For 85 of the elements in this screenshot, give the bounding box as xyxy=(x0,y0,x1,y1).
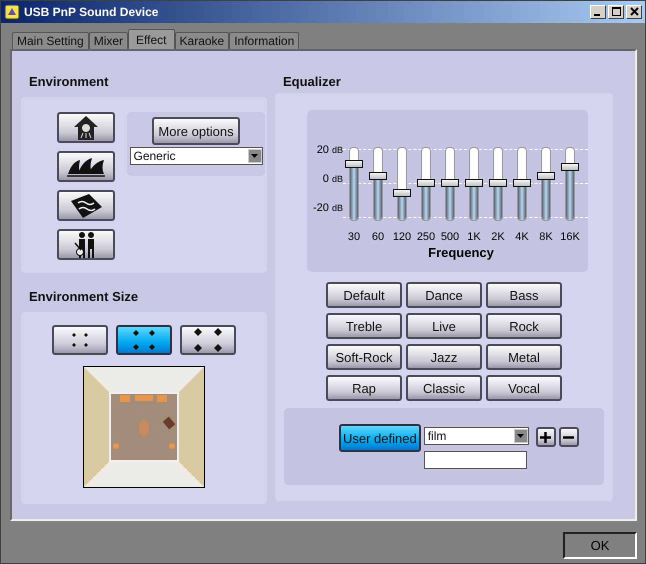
scale-label: 20 dB xyxy=(316,144,343,156)
speakers-medium-icon xyxy=(132,330,156,350)
close-icon xyxy=(630,7,638,16)
window-title: USB PnP Sound Device xyxy=(24,5,160,19)
axis-label: Frequency xyxy=(427,245,495,260)
size-button[interactable] xyxy=(180,325,236,355)
preset-button[interactable]: Vocal xyxy=(486,375,562,401)
remove-button[interactable] xyxy=(558,427,579,447)
eq-slider[interactable] xyxy=(561,147,579,221)
tab[interactable]: Karaoke xyxy=(174,32,230,49)
scale-label: 0 dB xyxy=(322,173,343,185)
plus-icon xyxy=(540,432,552,442)
preset-button[interactable]: Dance xyxy=(406,282,482,308)
scale-label: -20 dB xyxy=(312,202,343,214)
speakers-small-icon xyxy=(71,332,89,348)
environment-button[interactable] xyxy=(57,151,115,182)
band-label: 500 xyxy=(440,231,460,243)
band-label: 60 xyxy=(372,231,384,243)
minimize-button[interactable] xyxy=(590,5,606,19)
band-label: 1K xyxy=(467,231,481,243)
preset-name-field[interactable] xyxy=(424,451,527,469)
band-label: 8K xyxy=(539,231,553,243)
tab[interactable]: Information xyxy=(229,32,300,49)
eq-slider[interactable] xyxy=(441,147,459,221)
close-button[interactable] xyxy=(626,5,642,19)
slider-thumb[interactable] xyxy=(537,172,555,180)
section-title: Environment xyxy=(29,74,110,89)
slider-thumb[interactable] xyxy=(369,172,387,180)
band-label: 120 xyxy=(392,231,412,243)
tab[interactable]: Effect xyxy=(128,29,175,49)
preset-button[interactable]: Default xyxy=(326,282,402,308)
environment-dropdown[interactable]: Generic xyxy=(130,147,262,165)
eq-slider[interactable] xyxy=(513,147,531,221)
slider-thumb[interactable] xyxy=(489,179,507,188)
band-label: 30 xyxy=(348,231,360,243)
preset-button[interactable]: Treble xyxy=(326,313,402,339)
slider-thumb[interactable] xyxy=(465,179,483,188)
ok-button[interactable]: OK xyxy=(563,532,637,558)
band-label: 250 xyxy=(416,231,436,243)
environment-button[interactable] xyxy=(57,229,115,260)
preset-button[interactable]: Metal xyxy=(486,344,562,370)
eq-slider[interactable] xyxy=(393,147,411,221)
environment-button[interactable] xyxy=(57,190,115,221)
tab[interactable]: Mixer xyxy=(88,32,128,49)
maximize-icon xyxy=(612,7,620,16)
preset-button[interactable]: Live xyxy=(406,313,482,339)
slider-thumb[interactable] xyxy=(345,160,363,168)
wavy-tile-icon xyxy=(69,192,103,218)
app-icon xyxy=(4,4,20,20)
slider-thumb[interactable] xyxy=(417,179,435,188)
preset-button[interactable]: Soft-Rock xyxy=(326,344,402,370)
band-label: 4K xyxy=(515,231,529,243)
preset-button[interactable]: Rap xyxy=(326,375,402,401)
preset-button[interactable]: Classic xyxy=(406,375,482,401)
slider-thumb[interactable] xyxy=(513,179,531,188)
preset-dropdown[interactable]: film xyxy=(424,427,529,445)
environment-button[interactable] xyxy=(57,112,115,143)
slider-thumb[interactable] xyxy=(441,179,459,188)
eq-slider[interactable] xyxy=(345,147,363,221)
size-button[interactable] xyxy=(116,325,172,355)
house-shower-icon xyxy=(73,114,99,140)
tab[interactable]: Main Setting xyxy=(12,32,89,49)
dropdown-arrow-icon xyxy=(251,154,258,158)
eq-slider[interactable] xyxy=(537,147,555,221)
band-label: 2K xyxy=(491,231,505,243)
eq-slider[interactable] xyxy=(465,147,483,221)
section-title: Environment Size xyxy=(29,289,140,304)
dropdown-arrow-icon xyxy=(517,434,524,438)
preset-button[interactable]: Rock xyxy=(486,313,562,339)
maximize-button[interactable] xyxy=(608,5,624,19)
eq-slider[interactable] xyxy=(489,147,507,221)
speakers-large-icon xyxy=(194,328,222,352)
band-label: 16K xyxy=(560,231,580,243)
user-defined-button[interactable]: User defined xyxy=(339,424,421,452)
eq-slider[interactable] xyxy=(369,147,387,221)
add-button[interactable] xyxy=(536,427,556,447)
slider-thumb[interactable] xyxy=(561,163,579,172)
slider-thumb[interactable] xyxy=(393,188,411,197)
preset-button[interactable]: Jazz xyxy=(406,344,482,370)
section-title: Equalizer xyxy=(283,74,342,89)
size-button[interactable] xyxy=(52,325,108,355)
opera-house-icon xyxy=(66,156,106,178)
preset-button[interactable]: Bass xyxy=(486,282,562,308)
more-options-button[interactable]: More options xyxy=(152,117,240,145)
eq-slider[interactable] xyxy=(417,147,435,221)
